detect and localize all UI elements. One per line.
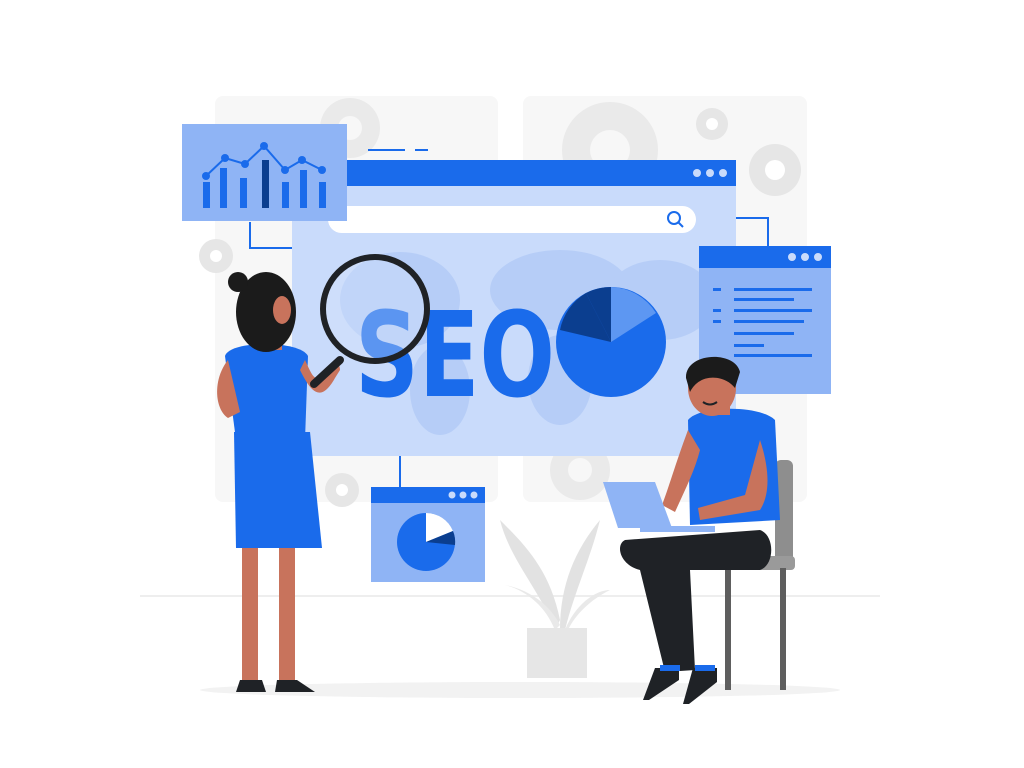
seo-illustration: SEO xyxy=(140,96,880,704)
gear-icon xyxy=(325,473,359,507)
search-bar xyxy=(328,206,696,233)
pie-window xyxy=(371,487,485,582)
gear-icon xyxy=(696,108,728,140)
pie-chart-icon xyxy=(397,512,456,571)
plant-icon xyxy=(500,520,610,678)
gear-icon xyxy=(199,239,233,273)
pie-chart-icon xyxy=(556,287,666,397)
gear-icon xyxy=(749,144,801,196)
bar-line-chart-card xyxy=(182,124,347,221)
